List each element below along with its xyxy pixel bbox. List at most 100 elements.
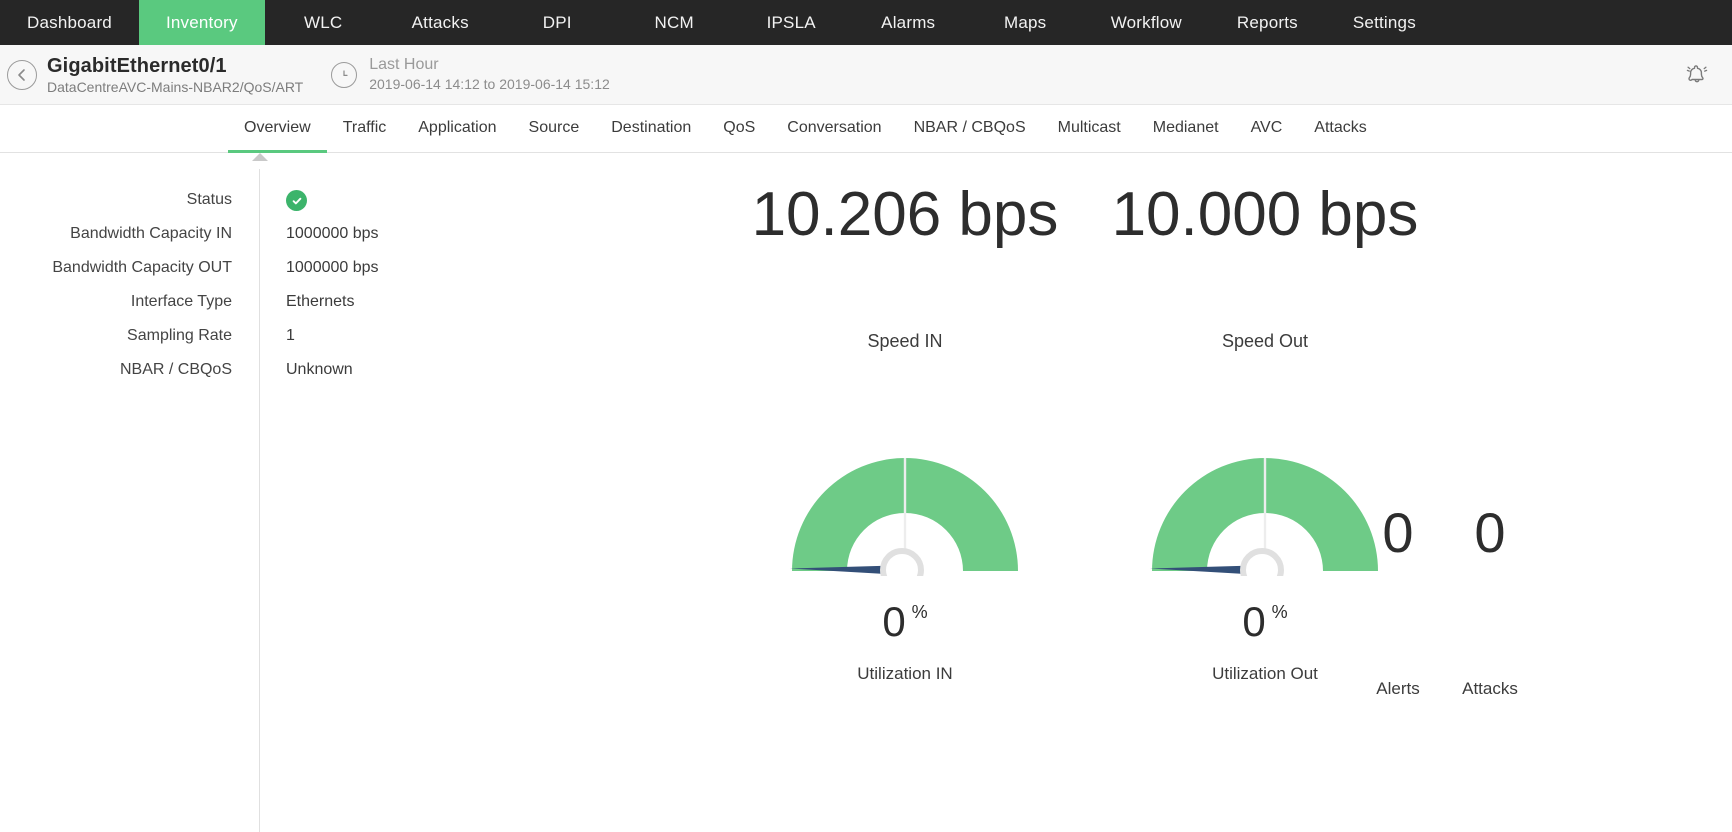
nav-item-settings[interactable]: Settings bbox=[1326, 0, 1443, 45]
utilization-in-gauge-cell: 0 % Utilization IN bbox=[740, 453, 1070, 684]
detail-value: 1 bbox=[232, 325, 295, 347]
tab-medianet[interactable]: Medianet bbox=[1137, 105, 1235, 153]
tab-label: AVC bbox=[1251, 119, 1283, 137]
tab-bar: Overview Traffic Application Source Dest… bbox=[0, 105, 1732, 153]
utilization-in-readout: 0 % bbox=[882, 600, 927, 644]
speed-out-value: 10.000 bps bbox=[1100, 177, 1430, 253]
tab-overview[interactable]: Overview bbox=[228, 105, 327, 153]
nav-item-label: Alarms bbox=[881, 13, 935, 33]
nav-item-label: NCM bbox=[655, 13, 694, 33]
speed-out-label: Speed Out bbox=[1100, 331, 1430, 352]
nav-item-label: Attacks bbox=[412, 13, 469, 33]
utilization-gauges-group: 0 % Utilization IN 0 % Utilization Out bbox=[740, 453, 1680, 684]
detail-label: Sampling Rate bbox=[0, 325, 232, 347]
tab-label: Destination bbox=[611, 119, 691, 137]
nav-item-label: Settings bbox=[1353, 13, 1416, 33]
nav-item-wlc[interactable]: WLC bbox=[265, 0, 382, 45]
tab-conversation[interactable]: Conversation bbox=[771, 105, 897, 153]
interface-details-panel: Status Bandwidth Capacity IN 1000000 bps… bbox=[0, 189, 560, 393]
detail-value: 1000000 bps bbox=[232, 223, 379, 245]
utilization-in-value: 0 bbox=[882, 600, 905, 644]
tab-nbar-cbqos[interactable]: NBAR / CBQoS bbox=[898, 105, 1042, 153]
chevron-left-icon bbox=[16, 68, 28, 82]
detail-label: NBAR / CBQoS bbox=[0, 359, 232, 381]
detail-label: Interface Type bbox=[0, 291, 232, 313]
alerts-label: Alerts bbox=[1352, 679, 1444, 699]
detail-row-bandwidth-capacity-out: Bandwidth Capacity OUT 1000000 bps bbox=[0, 257, 560, 291]
tab-label: Conversation bbox=[787, 119, 881, 137]
tab-avc[interactable]: AVC bbox=[1235, 105, 1299, 153]
tab-label: QoS bbox=[723, 119, 755, 137]
tab-label: Source bbox=[529, 119, 580, 137]
tab-label: Medianet bbox=[1153, 119, 1219, 137]
detail-row-nbar-cbqos: NBAR / CBQoS Unknown bbox=[0, 359, 560, 393]
alerts-value: 0 bbox=[1352, 483, 1444, 583]
tab-traffic[interactable]: Traffic bbox=[327, 105, 403, 153]
utilization-in-label: Utilization IN bbox=[857, 664, 952, 684]
tab-destination[interactable]: Destination bbox=[595, 105, 707, 153]
detail-label: Status bbox=[0, 189, 232, 211]
time-range-selector[interactable]: Last Hour 2019-06-14 14:12 to 2019-06-14… bbox=[331, 55, 610, 94]
speed-in-metric: 10.206 bps Speed IN bbox=[740, 177, 1070, 352]
utilization-out-value: 0 bbox=[1242, 600, 1265, 644]
tab-label: NBAR / CBQoS bbox=[914, 119, 1026, 137]
tab-label: Multicast bbox=[1058, 119, 1121, 137]
top-navigation-bar: Dashboard Inventory WLC Attacks DPI NCM … bbox=[0, 0, 1732, 45]
detail-row-sampling-rate: Sampling Rate 1 bbox=[0, 325, 560, 359]
detail-row-bandwidth-capacity-in: Bandwidth Capacity IN 1000000 bps bbox=[0, 223, 560, 257]
nav-item-reports[interactable]: Reports bbox=[1209, 0, 1326, 45]
speed-out-metric: 10.000 bps Speed Out bbox=[1100, 177, 1430, 352]
alerts-bell-button[interactable] bbox=[1680, 58, 1714, 92]
nav-item-maps[interactable]: Maps bbox=[967, 0, 1084, 45]
nav-item-label: Reports bbox=[1237, 13, 1298, 33]
nav-item-dashboard[interactable]: Dashboard bbox=[0, 0, 139, 45]
bell-alert-icon bbox=[1683, 61, 1711, 89]
gauge-hub bbox=[1243, 551, 1281, 576]
tab-label: Overview bbox=[244, 119, 311, 137]
tab-source[interactable]: Source bbox=[513, 105, 596, 153]
alerts-counter: 0 Alerts bbox=[1352, 483, 1444, 699]
nav-item-dpi[interactable]: DPI bbox=[499, 0, 616, 45]
nav-item-ncm[interactable]: NCM bbox=[616, 0, 733, 45]
back-button[interactable] bbox=[7, 60, 37, 90]
detail-value: 1000000 bps bbox=[232, 257, 379, 279]
utilization-out-readout: 0 % bbox=[1242, 600, 1287, 644]
speed-in-label: Speed IN bbox=[740, 331, 1070, 352]
tab-application[interactable]: Application bbox=[402, 105, 512, 153]
nav-item-workflow[interactable]: Workflow bbox=[1084, 0, 1209, 45]
gauge-hub bbox=[883, 551, 921, 576]
speed-in-value: 10.206 bps bbox=[740, 177, 1070, 253]
detail-row-status: Status bbox=[0, 189, 560, 223]
nav-item-attacks[interactable]: Attacks bbox=[382, 0, 499, 45]
nav-item-label: Workflow bbox=[1111, 13, 1182, 33]
time-range-label: Last Hour bbox=[369, 55, 610, 75]
overview-content: Status Bandwidth Capacity IN 1000000 bps… bbox=[0, 153, 1732, 832]
nav-item-inventory[interactable]: Inventory bbox=[139, 0, 265, 45]
speed-metrics-group: 10.206 bps Speed IN 10.000 bps Speed Out bbox=[740, 177, 1660, 352]
detail-value bbox=[232, 189, 307, 214]
tab-attacks[interactable]: Attacks bbox=[1298, 105, 1382, 153]
page-subtitle: DataCentreAVC-Mains-NBAR2/QoS/ART bbox=[47, 78, 303, 96]
nav-item-label: Inventory bbox=[166, 13, 238, 33]
status-ok-check-icon bbox=[286, 190, 307, 211]
tab-multicast[interactable]: Multicast bbox=[1042, 105, 1137, 153]
nav-item-ipsla[interactable]: IPSLA bbox=[733, 0, 850, 45]
detail-row-interface-type: Interface Type Ethernets bbox=[0, 291, 560, 325]
detail-label: Bandwidth Capacity OUT bbox=[0, 257, 232, 279]
nav-item-alarms[interactable]: Alarms bbox=[850, 0, 967, 45]
nav-item-label: IPSLA bbox=[767, 13, 816, 33]
panel-caret-indicator bbox=[252, 153, 268, 161]
nav-item-label: Maps bbox=[1004, 13, 1046, 33]
detail-value: Unknown bbox=[232, 359, 353, 381]
utilization-in-gauge bbox=[790, 453, 1020, 576]
detail-label: Bandwidth Capacity IN bbox=[0, 223, 232, 245]
utilization-out-gauge bbox=[1150, 453, 1380, 576]
nav-item-label: WLC bbox=[304, 13, 342, 33]
tab-label: Traffic bbox=[343, 119, 387, 137]
page-subheader: GigabitEthernet0/1 DataCentreAVC-Mains-N… bbox=[0, 45, 1732, 105]
clock-icon bbox=[331, 62, 357, 88]
tab-qos[interactable]: QoS bbox=[707, 105, 771, 153]
utilization-out-unit: % bbox=[1272, 602, 1288, 623]
utilization-out-label: Utilization Out bbox=[1212, 664, 1318, 684]
attacks-label: Attacks bbox=[1444, 679, 1536, 699]
